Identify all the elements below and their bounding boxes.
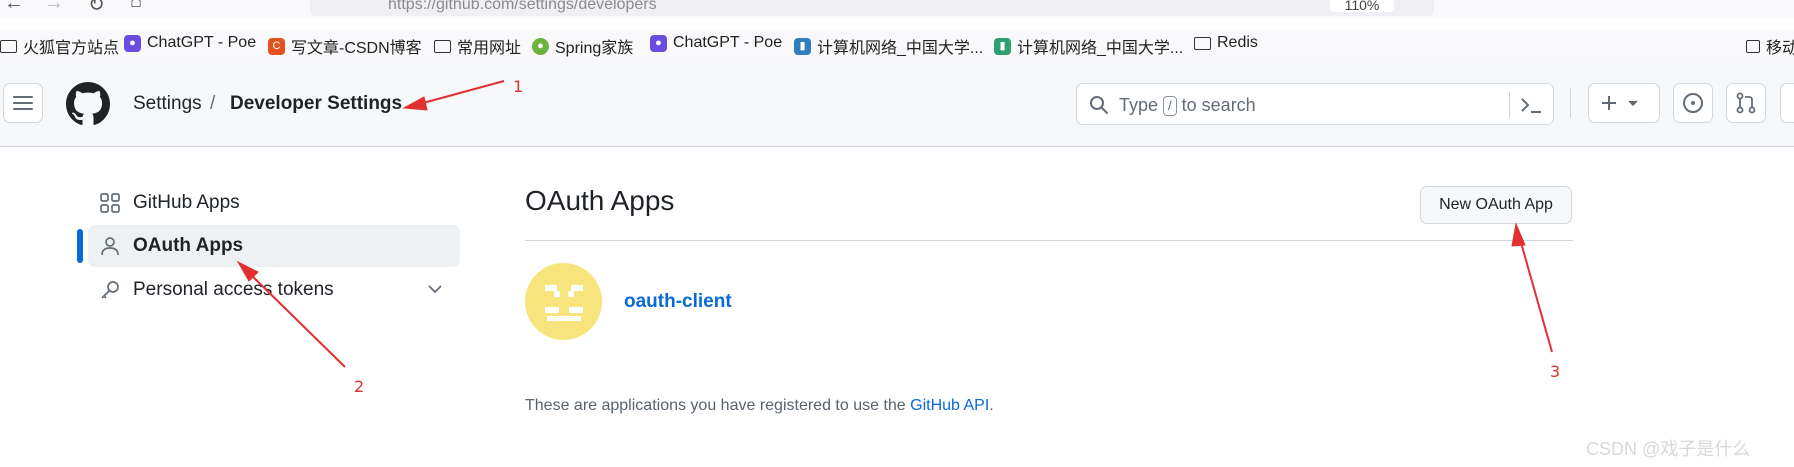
annotation-number-3: 3 — [1550, 362, 1561, 381]
search-input[interactable]: Type / to search — [1076, 83, 1554, 125]
bookmark-label: 移动 — [1766, 40, 1794, 57]
watermark: CSDN @戏子是什么 — [1586, 439, 1751, 459]
identicon-icon — [545, 285, 583, 321]
search-type-text: Type — [1119, 95, 1159, 115]
search-placeholder: Type / to search — [1119, 95, 1256, 116]
github-logo-icon[interactable] — [66, 82, 110, 131]
plus-icon — [1602, 96, 1638, 110]
search-icon — [1090, 96, 1108, 114]
poe-icon: ● — [124, 34, 141, 52]
forward-arrow-icon[interactable]: → — [44, 0, 64, 15]
sidebar-item-label: Personal access tokens — [133, 279, 334, 300]
bookmark-item[interactable]: C 写文章-CSDN博客 — [268, 34, 422, 58]
bookmark-item[interactable]: 移动 — [1746, 34, 1794, 58]
pull-requests-button[interactable] — [1726, 83, 1766, 123]
create-new-button[interactable] — [1588, 83, 1660, 123]
help-text: These are applications you have register… — [525, 397, 994, 415]
bookmarks-bar: 火狐官方站点 ● ChatGPT - Poe C 写文章-CSDN博客 常用网址… — [0, 30, 1794, 60]
page-title: OAuth Apps — [525, 185, 675, 216]
help-text-prefix: These are applications you have register… — [525, 397, 911, 414]
github-header: Settings / Developer Settings Type / to … — [0, 60, 1794, 147]
sidebar-item-label: OAuth Apps — [133, 235, 244, 256]
sidebar-item-oauth-apps[interactable]: OAuth Apps — [88, 225, 460, 267]
new-oauth-app-button[interactable]: New OAuth App — [1420, 186, 1572, 224]
breadcrumb-settings[interactable]: Settings — [133, 93, 202, 115]
sidebar-item-github-apps[interactable]: GitHub Apps — [88, 182, 460, 224]
active-indicator — [77, 229, 83, 263]
bookmark-label: 计算机网络_中国大学... — [1017, 40, 1184, 57]
chevron-down-icon[interactable] — [428, 284, 442, 294]
annotation-number-1: 1 — [513, 77, 524, 96]
pull-request-icon — [1736, 92, 1756, 114]
bookmark-item[interactable]: ● Spring家族 — [532, 34, 633, 58]
bookmark-label: Redis — [1217, 34, 1258, 51]
bookmark-item[interactable]: Redis — [1194, 34, 1258, 52]
inbox-button[interactable] — [1780, 83, 1794, 123]
command-palette-icon[interactable] — [1519, 95, 1543, 115]
issues-icon — [1683, 93, 1703, 113]
reload-icon[interactable]: ↻ — [88, 0, 105, 17]
home-icon[interactable]: ⌂ — [130, 0, 142, 13]
bookmark-label: 常用网址 — [457, 40, 522, 57]
bookmark-item[interactable]: ● ChatGPT - Poe — [650, 34, 782, 52]
header-divider — [1570, 88, 1571, 118]
menu-button[interactable] — [3, 83, 43, 123]
issues-button[interactable] — [1673, 83, 1713, 123]
bookmark-item[interactable]: ● ChatGPT - Poe — [124, 34, 256, 52]
sidebar-item-personal-access-tokens[interactable]: Personal access tokens — [88, 269, 460, 311]
breadcrumb-developer-settings[interactable]: Developer Settings — [230, 93, 402, 115]
oauth-app-link[interactable]: oauth-client — [624, 291, 732, 313]
url-text: https://github.com/settings/developers — [388, 0, 657, 13]
title-divider — [525, 240, 1573, 241]
hamburger-icon — [13, 96, 33, 110]
bookmark-label: 计算机网络_中国大学... — [817, 40, 984, 57]
bookmark-label: ChatGPT - Poe — [673, 34, 783, 51]
bookmark-item[interactable]: 火狐官方站点 — [0, 34, 119, 58]
slash-key-hint: / — [1163, 95, 1177, 116]
bookmark-label: ChatGPT - Poe — [147, 34, 257, 51]
folder-icon — [434, 39, 451, 53]
app-avatar — [525, 263, 602, 340]
sidebar-item-label: GitHub Apps — [133, 192, 240, 213]
github-api-link[interactable]: GitHub API — [910, 397, 989, 414]
bookmark-label: 写文章-CSDN博客 — [291, 40, 422, 57]
apps-icon — [100, 193, 120, 213]
key-icon — [101, 281, 119, 299]
back-arrow-icon[interactable]: ← — [4, 0, 24, 15]
csdn-icon: C — [268, 37, 285, 55]
arrow-3 — [1511, 222, 1553, 353]
bookmark-item[interactable]: ▮ 计算机网络_中国大学... — [994, 34, 1183, 58]
bookmark-item[interactable]: 常用网址 — [434, 34, 521, 58]
mobile-icon — [1746, 39, 1760, 53]
zoom-level[interactable]: 110% — [1330, 0, 1394, 13]
bookmark-label: Spring家族 — [555, 40, 634, 57]
mooc-icon: ▮ — [994, 37, 1011, 55]
person-icon — [101, 237, 119, 256]
address-bar[interactable]: https://github.com/settings/developers 1… — [310, 0, 1434, 16]
spring-icon: ● — [532, 37, 549, 55]
folder-icon — [1194, 36, 1211, 50]
search-suffix-text: to search — [1181, 95, 1256, 115]
annotation-number-2: 2 — [354, 377, 365, 396]
folder-icon — [0, 39, 17, 53]
bookmark-label: 火狐官方站点 — [23, 40, 120, 57]
breadcrumb-separator: / — [210, 93, 216, 114]
poe-icon: ● — [650, 34, 667, 52]
browser-toolbar: ← → ↻ ⌂ https://github.com/settings/deve… — [0, 0, 1794, 18]
mooc-icon: ▮ — [794, 37, 811, 55]
help-text-suffix: . — [989, 397, 994, 414]
bookmark-item[interactable]: ▮ 计算机网络_中国大学... — [794, 34, 983, 58]
search-divider — [1509, 92, 1510, 118]
